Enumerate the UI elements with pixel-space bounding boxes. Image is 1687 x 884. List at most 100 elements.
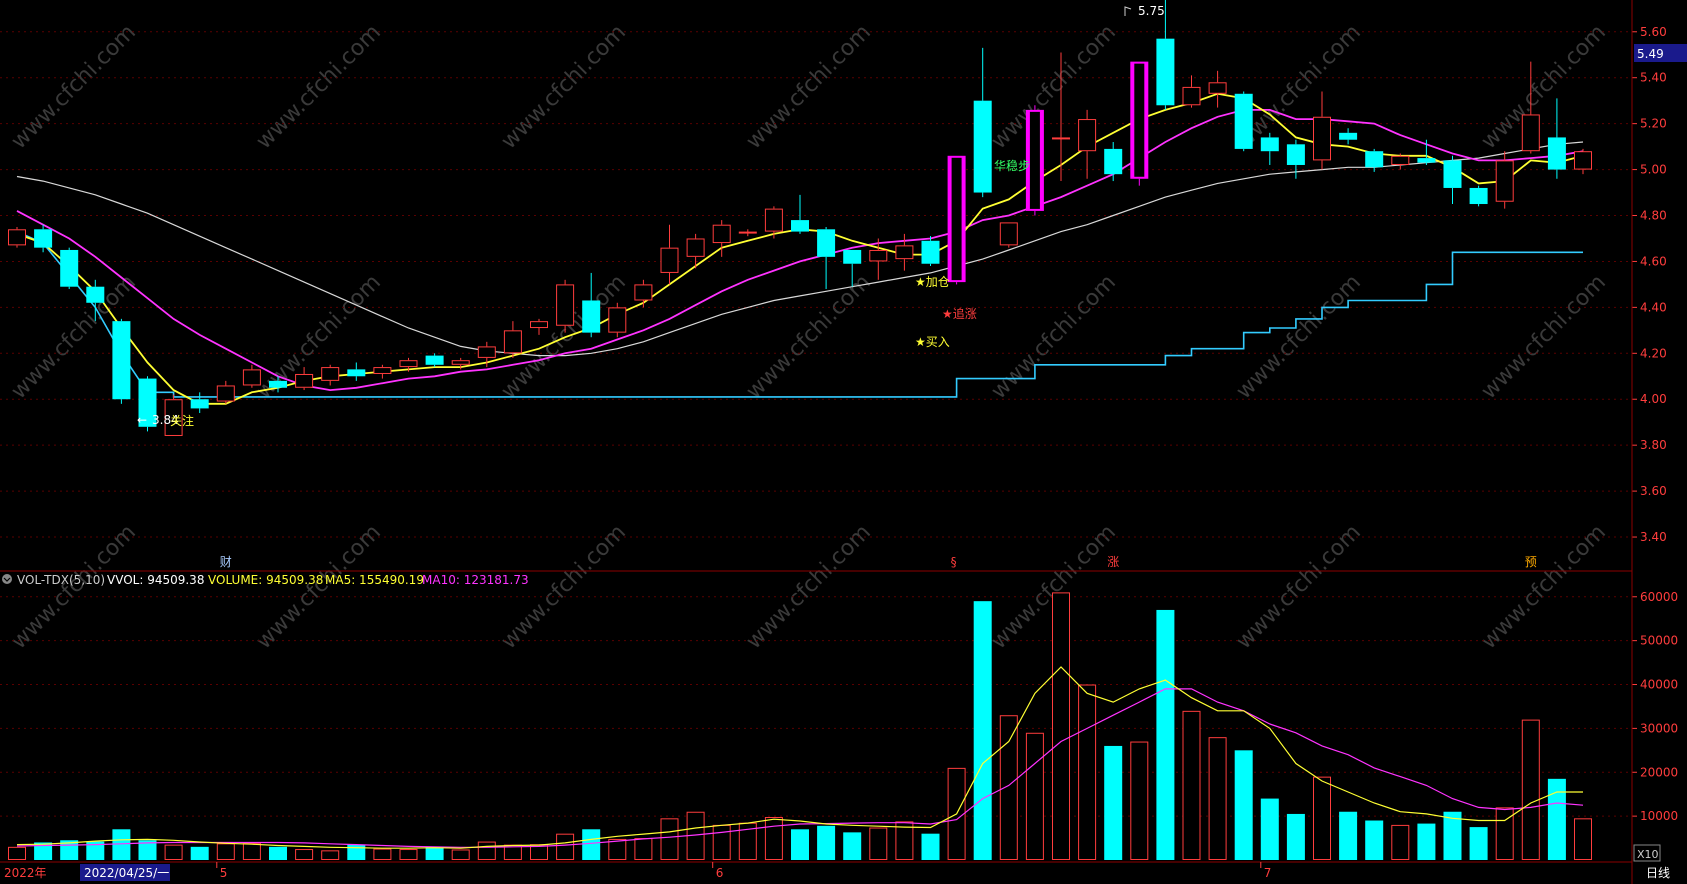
volume-bar bbox=[791, 829, 809, 860]
volume-bar bbox=[399, 849, 418, 861]
candle-body bbox=[1104, 148, 1123, 175]
volume-bar bbox=[8, 846, 26, 860]
price-tick-label: 5.40 bbox=[1640, 71, 1667, 85]
volume-bar bbox=[269, 846, 287, 860]
volume-value: VOLUME: 94509.38 bbox=[208, 573, 323, 587]
candle-body bbox=[869, 249, 888, 262]
candle bbox=[1234, 91, 1253, 152]
volume-bar bbox=[1260, 798, 1279, 860]
volume-bar bbox=[1365, 820, 1384, 860]
period-label[interactable]: 日线 bbox=[1646, 866, 1670, 880]
price-tick-label: 3.80 bbox=[1640, 438, 1667, 452]
candle-body bbox=[321, 367, 340, 381]
candle-body bbox=[556, 284, 575, 326]
event-mark: § bbox=[951, 555, 957, 569]
high-marker-label: 5.75 bbox=[1138, 4, 1165, 18]
volume-bar bbox=[1130, 741, 1149, 861]
price-tick-label: 5.00 bbox=[1640, 163, 1667, 177]
signal-watch-label: 关注 bbox=[170, 413, 194, 428]
volume-multiplier-label: X10 bbox=[1637, 848, 1659, 861]
volume-bar bbox=[425, 846, 444, 860]
volume-bar bbox=[1417, 823, 1436, 860]
price-tick-label: 4.20 bbox=[1640, 346, 1667, 360]
volume-bar bbox=[477, 841, 496, 861]
volume-bar bbox=[973, 601, 992, 860]
candle-body bbox=[582, 300, 601, 333]
current-price-label: 5.49 bbox=[1637, 47, 1664, 61]
vol-ma5-value: MA5: 155490.19 bbox=[325, 573, 424, 587]
candle-body bbox=[1547, 137, 1566, 170]
volume-tick-label: 20000 bbox=[1640, 765, 1678, 779]
candle-body bbox=[477, 346, 496, 358]
volume-bar bbox=[999, 715, 1018, 861]
candle-body bbox=[1260, 137, 1279, 152]
volume-bar bbox=[1339, 811, 1358, 860]
volume-bar bbox=[1182, 710, 1201, 860]
volume-bar bbox=[634, 838, 653, 860]
candle-body bbox=[425, 355, 444, 365]
month-label: 6 bbox=[716, 866, 724, 880]
volume-bar bbox=[242, 842, 261, 860]
volume-bar bbox=[843, 832, 862, 860]
event-mark: 预 bbox=[1525, 555, 1537, 569]
low-marker: ← 3.84 关注 bbox=[137, 413, 194, 428]
candle-body bbox=[34, 229, 53, 248]
volume-bar bbox=[869, 827, 888, 860]
candle-body bbox=[1078, 119, 1097, 152]
candle-body bbox=[1156, 38, 1175, 106]
candle-body bbox=[1574, 151, 1592, 170]
candle-body bbox=[921, 240, 940, 264]
volume-multiplier: X10 bbox=[1633, 844, 1661, 862]
volume-bar bbox=[1574, 818, 1592, 860]
volume-bar bbox=[1052, 592, 1070, 860]
volume-bar bbox=[1391, 824, 1410, 860]
year-label: 2022年 bbox=[4, 866, 47, 880]
candle-body bbox=[1365, 151, 1384, 168]
candle-body bbox=[1495, 160, 1514, 202]
volume-bar bbox=[373, 848, 392, 861]
candle-body bbox=[608, 307, 627, 333]
volume-tick-label: 30000 bbox=[1640, 721, 1678, 735]
price-tick-label: 5.60 bbox=[1640, 25, 1667, 39]
volume-bar bbox=[817, 825, 836, 860]
month-label: 5 bbox=[220, 866, 228, 880]
volume-tick-label: 40000 bbox=[1640, 678, 1678, 692]
price-tick-label: 3.40 bbox=[1640, 530, 1667, 544]
volume-bar bbox=[1495, 807, 1514, 861]
volume-bar bbox=[1078, 684, 1097, 860]
candle-body bbox=[112, 321, 131, 400]
indicator-name: VOL-TDX(5,10) bbox=[17, 573, 105, 587]
volume-bar bbox=[321, 850, 340, 861]
candle-body bbox=[1417, 158, 1436, 163]
candle-body bbox=[660, 247, 679, 273]
candle-body bbox=[895, 245, 914, 260]
candle-body bbox=[1182, 86, 1201, 106]
svg-text:←: ← bbox=[137, 413, 147, 427]
candle-body bbox=[1286, 144, 1305, 165]
candle-body bbox=[973, 100, 992, 193]
volume-bar bbox=[1521, 719, 1540, 861]
volume-bar bbox=[190, 846, 209, 860]
current-price-tag: 5.49 bbox=[1634, 44, 1687, 62]
volume-bar bbox=[1313, 776, 1331, 860]
month-label: 7 bbox=[1264, 866, 1272, 880]
candle-body bbox=[347, 369, 366, 377]
candle-body bbox=[242, 369, 261, 386]
volume-bar bbox=[556, 833, 575, 861]
volume-bar bbox=[1547, 778, 1566, 860]
candle-body bbox=[791, 220, 809, 232]
candle bbox=[608, 302, 627, 338]
candle-body bbox=[999, 222, 1018, 246]
collapse-icon[interactable] bbox=[2, 574, 12, 584]
candle-body bbox=[843, 249, 862, 264]
event-mark: 财 bbox=[220, 555, 232, 569]
vvol-value: VVOL: 94509.38 bbox=[107, 573, 204, 587]
kline-chart[interactable]: www.cfchi.com www.cfchi.com www.cfchi.com w… bbox=[0, 0, 1687, 884]
signal-add-label: ★加仓 bbox=[915, 275, 950, 289]
volume-bar bbox=[608, 838, 627, 861]
volume-bar bbox=[1156, 609, 1175, 860]
candle bbox=[60, 247, 79, 289]
candle-body bbox=[1521, 114, 1540, 152]
volume-bar bbox=[347, 844, 366, 860]
volume-tick-label: 50000 bbox=[1640, 634, 1678, 648]
